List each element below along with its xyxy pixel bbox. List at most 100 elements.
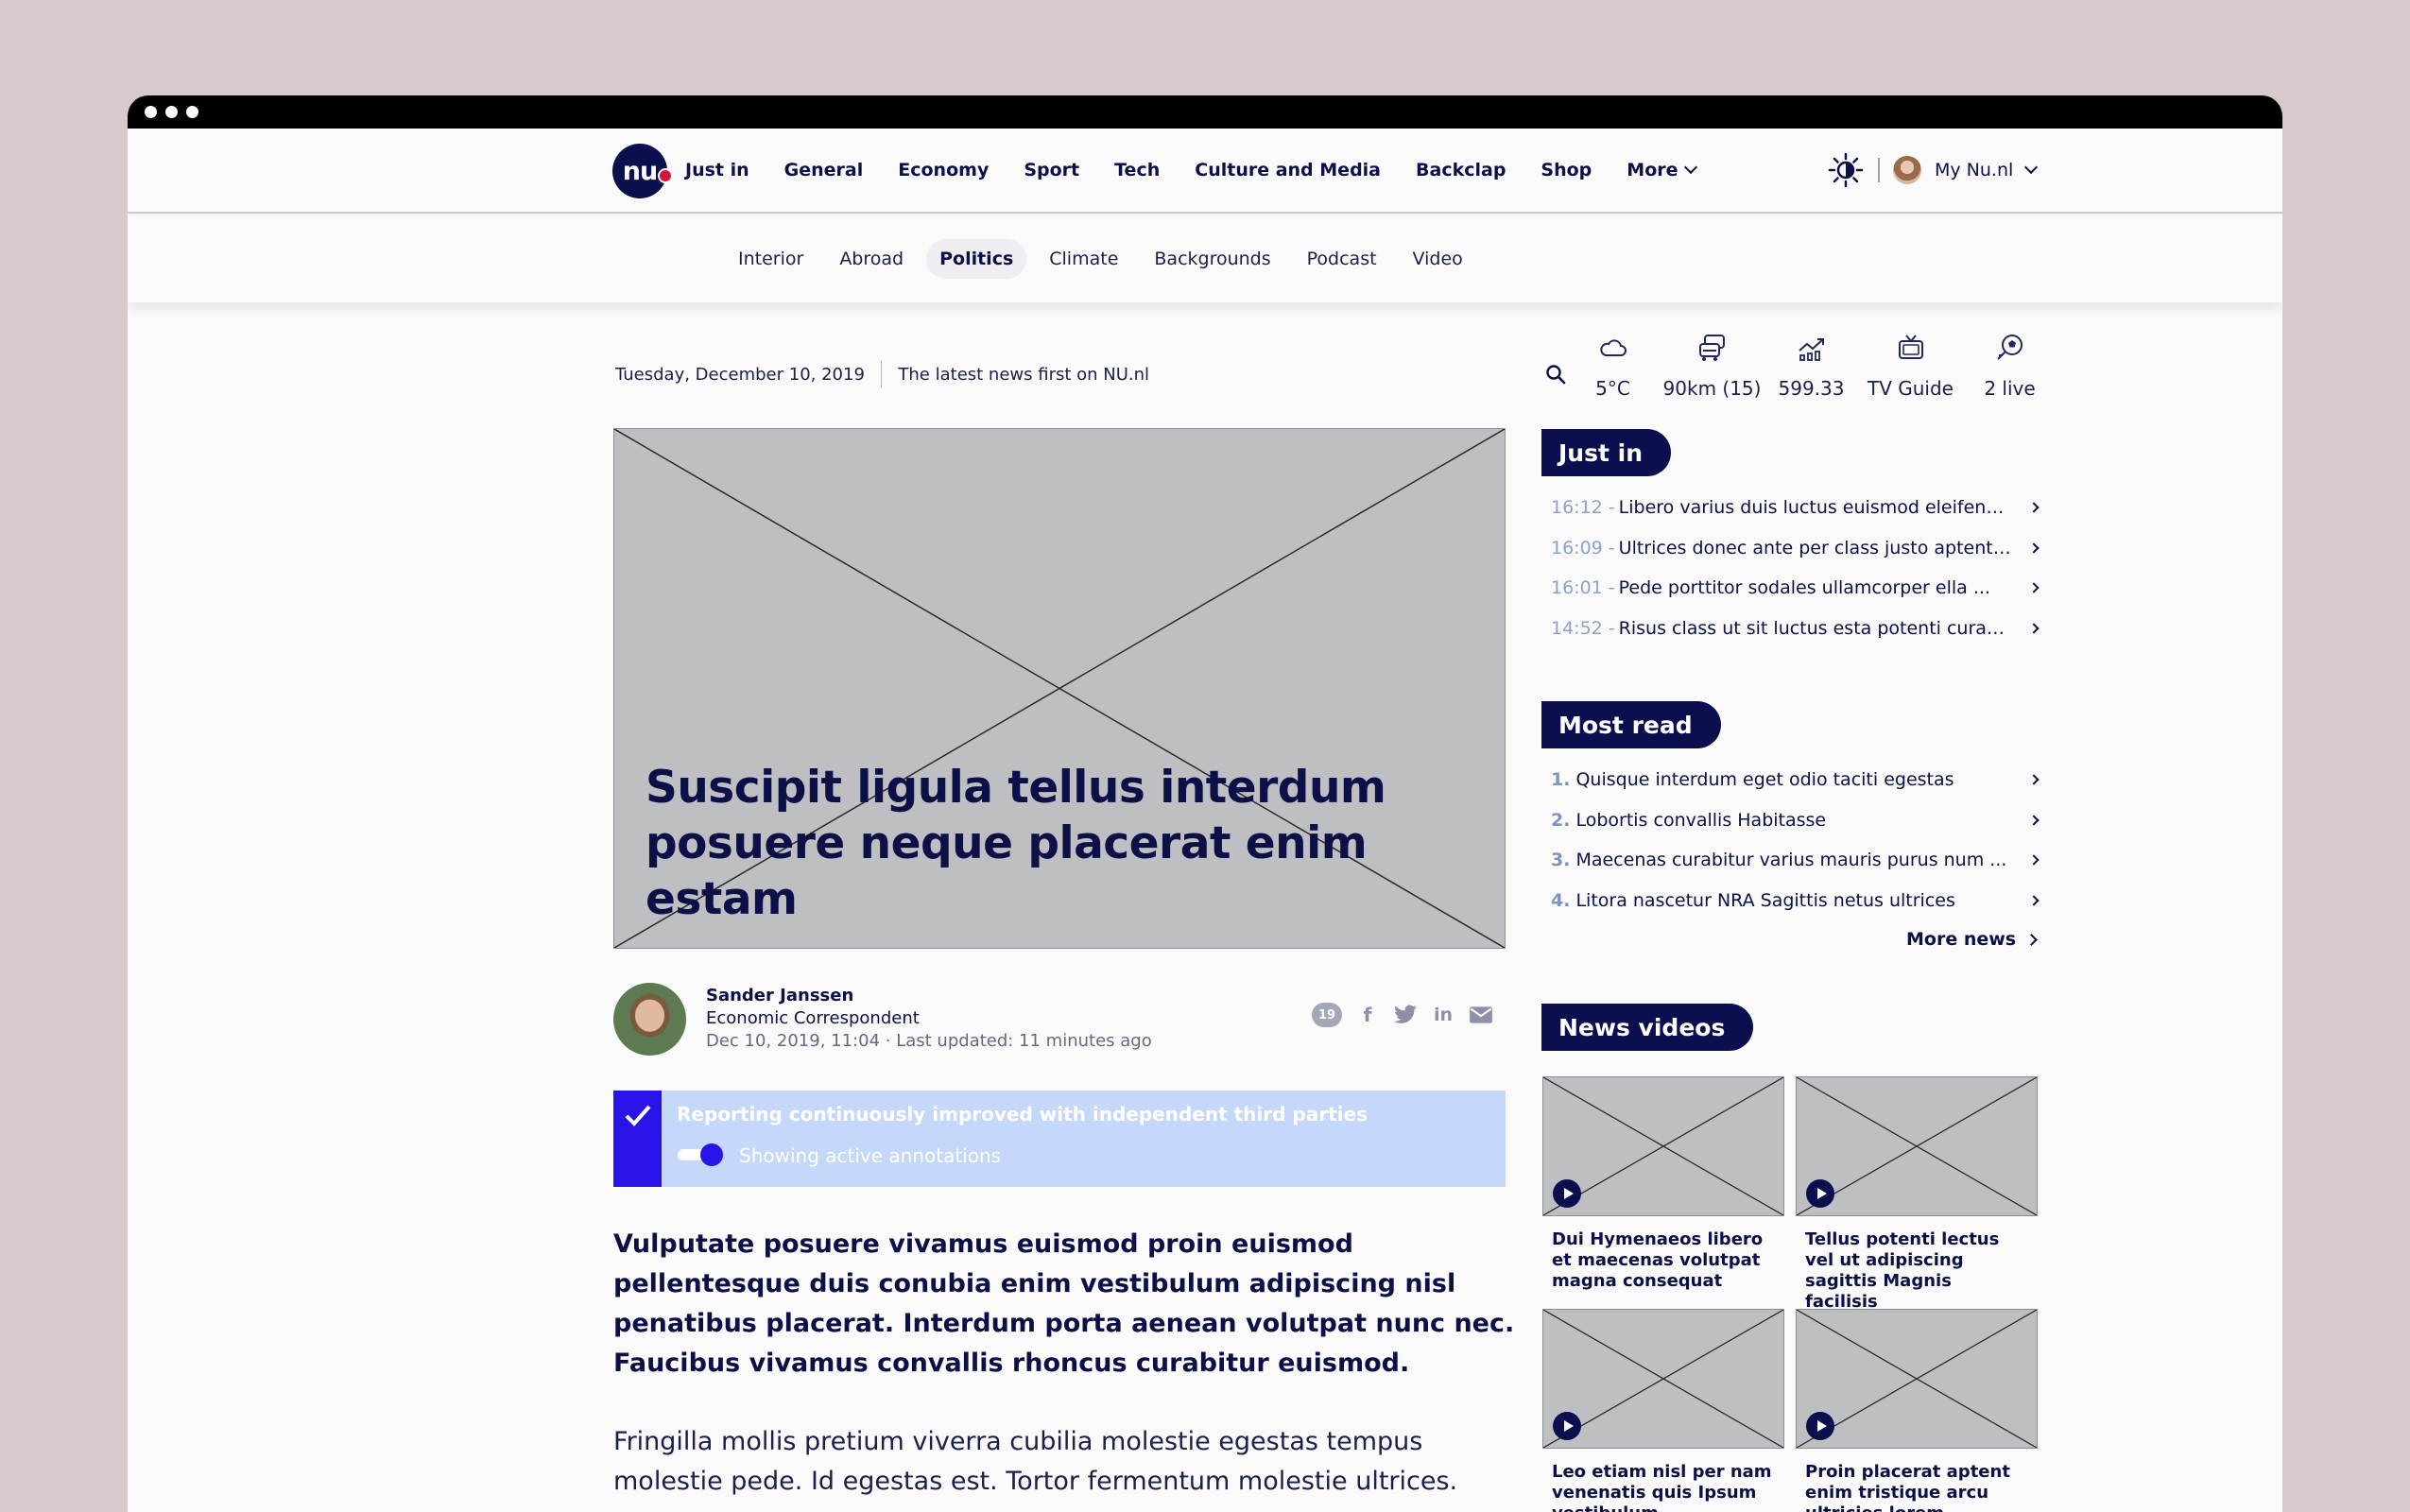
divider	[1878, 158, 1880, 182]
traffic-value: 90km (15)	[1662, 377, 1762, 400]
subnav-item-abroad[interactable]: Abroad	[826, 239, 917, 279]
item-text: Pede porttitor sodales ullamcorper ella …	[1618, 577, 1990, 599]
video-card[interactable]: Dui Hymenaeos libero et maecenas volutpa…	[1542, 1076, 1784, 1292]
article-headline: Suscipit ligula tellus interdum posuere …	[646, 762, 1386, 925]
author-photo[interactable]	[613, 983, 686, 1056]
my-nu-menu[interactable]: My Nu.nl	[1935, 160, 2039, 180]
video-title[interactable]: Dui Hymenaeos libero et maecenas volutpa…	[1542, 1216, 1784, 1292]
widget-bar: 5°C 90km (15) 599.33 TV Guide 2 live	[1563, 328, 2074, 404]
divider	[880, 361, 883, 387]
user-area: My Nu.nl	[1827, 129, 2039, 212]
list-item[interactable]: 16:12 - Libero varius duis luctus euismo…	[1551, 488, 2045, 528]
share-bar: 19 f in	[1312, 1003, 1493, 1027]
play-icon[interactable]	[1553, 1412, 1581, 1440]
nav-item-general[interactable]: General	[784, 160, 864, 180]
play-icon[interactable]	[1806, 1412, 1834, 1440]
list-item[interactable]: 1. Quisque interdum eget odio taciti ege…	[1551, 760, 2045, 800]
list-item[interactable]: 4. Litora nascetur NRA Sagittis netus ul…	[1551, 881, 2045, 921]
just-in-list: 16:12 - Libero varius duis luctus euismo…	[1551, 488, 2045, 648]
chevron-down-icon	[2024, 160, 2039, 175]
hero-image[interactable]: Suscipit ligula tellus interdum posuere …	[613, 428, 1506, 949]
nav-item-just-in[interactable]: Just in	[685, 160, 749, 180]
video-thumbnail[interactable]	[1542, 1076, 1784, 1216]
item-text: Maecenas curabitur varius mauris purus n…	[1575, 850, 2007, 871]
nav-item-culture-and-media[interactable]: Culture and Media	[1195, 160, 1381, 180]
comment-count: 19	[1317, 1007, 1336, 1022]
tagline: The latest news first on NU.nl	[898, 364, 1150, 385]
nav-item-economy[interactable]: Economy	[898, 160, 989, 180]
widget-tv-guide[interactable]: TV Guide	[1861, 328, 1960, 404]
item-text: Ultrices donec ante per class justo apte…	[1618, 537, 2015, 558]
video-card[interactable]: Proin placerat aptent enim tristique arc…	[1796, 1309, 2038, 1512]
live-sport-value: 2 live	[1984, 377, 2036, 400]
list-item[interactable]: 3. Maecenas curabitur varius mauris puru…	[1551, 840, 2045, 881]
window-control-minimize[interactable]	[165, 106, 178, 118]
subnav-item-climate[interactable]: Climate	[1036, 239, 1131, 279]
subnav-item-video[interactable]: Video	[1400, 239, 1476, 279]
nav-item-more[interactable]: More	[1627, 160, 1697, 180]
window-titlebar	[128, 95, 2282, 129]
tv-guide-label: TV Guide	[1868, 377, 1954, 400]
list-item[interactable]: 16:01 - Pede porttitor sodales ullamcorp…	[1551, 568, 2045, 609]
video-thumbnail[interactable]	[1796, 1076, 2038, 1216]
video-card[interactable]: Tellus potenti lectus vel ut adipiscing …	[1796, 1076, 2038, 1313]
nav-item-backclap[interactable]: Backclap	[1416, 160, 1506, 180]
news-videos-title: News videos	[1541, 1004, 1754, 1051]
nav-item-shop[interactable]: Shop	[1541, 160, 1592, 180]
list-item[interactable]: 14:52 - Risus class ut sit luctus esta p…	[1551, 609, 2045, 649]
video-title[interactable]: Tellus potenti lectus vel ut adipiscing …	[1796, 1216, 2038, 1313]
item-rank: 3.	[1551, 850, 1571, 871]
play-icon[interactable]	[1553, 1179, 1581, 1208]
annotation-title: Reporting continuously improved with ind…	[677, 1103, 1368, 1125]
video-thumbnail[interactable]	[1796, 1309, 2038, 1449]
twitter-icon[interactable]	[1393, 1005, 1418, 1025]
chevron-right-icon	[2028, 815, 2040, 826]
chevron-right-icon	[2028, 542, 2040, 554]
subnav-items: Interior Abroad Politics Climate Backgro…	[725, 215, 1486, 302]
nu-logo[interactable]: nu	[612, 144, 673, 198]
stocks-icon	[1798, 338, 1824, 361]
list-item[interactable]: 2. Lobortis convallis Habitasse	[1551, 800, 2045, 841]
chevron-right-icon	[2028, 774, 2040, 785]
video-title[interactable]: Leo etiam nisl per nam venenatis quis Ip…	[1542, 1449, 1784, 1512]
subnav-item-backgrounds[interactable]: Backgrounds	[1141, 239, 1283, 279]
subnav-item-politics[interactable]: Politics	[926, 239, 1027, 279]
more-news-link[interactable]: More news	[1906, 929, 2038, 950]
subnav-item-podcast[interactable]: Podcast	[1294, 239, 1390, 279]
nav-item-tech[interactable]: Tech	[1114, 160, 1160, 180]
item-rank: 4.	[1551, 889, 1571, 911]
window-control-close[interactable]	[145, 106, 157, 118]
comments-icon[interactable]: 19	[1312, 1003, 1342, 1027]
widget-weather[interactable]: 5°C	[1563, 328, 1662, 404]
facebook-icon[interactable]: f	[1355, 1004, 1380, 1026]
article-lead: Vulputate posuere vivamus euismod proin …	[613, 1229, 1515, 1378]
theme-toggle-sun-icon[interactable]	[1827, 151, 1865, 189]
video-card[interactable]: Leo etiam nisl per nam venenatis quis Ip…	[1542, 1309, 1784, 1512]
logo-text: nu	[622, 156, 658, 186]
linkedin-icon[interactable]: in	[1431, 1005, 1455, 1025]
chevron-right-icon	[2025, 933, 2038, 946]
annotation-banner: Reporting continuously improved with ind…	[613, 1091, 1506, 1187]
widget-traffic[interactable]: 90km (15)	[1662, 328, 1762, 404]
nav-item-sport[interactable]: Sport	[1024, 160, 1079, 180]
traffic-icon	[1698, 335, 1725, 361]
my-nu-label: My Nu.nl	[1935, 160, 2014, 180]
chevron-right-icon	[2028, 895, 2040, 906]
window-control-maximize[interactable]	[186, 106, 198, 118]
item-time: 16:01 -	[1551, 577, 1615, 599]
annotations-toggle[interactable]	[678, 1143, 723, 1166]
list-item[interactable]: 16:09 - Ultrices donec ante per class ju…	[1551, 528, 2045, 569]
widget-live-sport[interactable]: 2 live	[1960, 328, 2059, 404]
user-avatar[interactable]	[1893, 156, 1921, 184]
video-title[interactable]: Proin placerat aptent enim tristique arc…	[1796, 1449, 2038, 1512]
author-name[interactable]: Sander Janssen	[706, 986, 853, 1005]
video-thumbnail[interactable]	[1542, 1309, 1784, 1449]
chevron-right-icon	[2028, 623, 2040, 634]
most-read-title: Most read	[1541, 701, 1721, 748]
widget-stocks[interactable]: 599.33	[1762, 328, 1861, 404]
football-icon	[1996, 335, 2023, 360]
author-role: Economic Correspondent	[706, 1008, 920, 1028]
play-icon[interactable]	[1806, 1179, 1834, 1208]
subnav-item-interior[interactable]: Interior	[725, 239, 817, 279]
mail-icon[interactable]	[1469, 1005, 1493, 1025]
